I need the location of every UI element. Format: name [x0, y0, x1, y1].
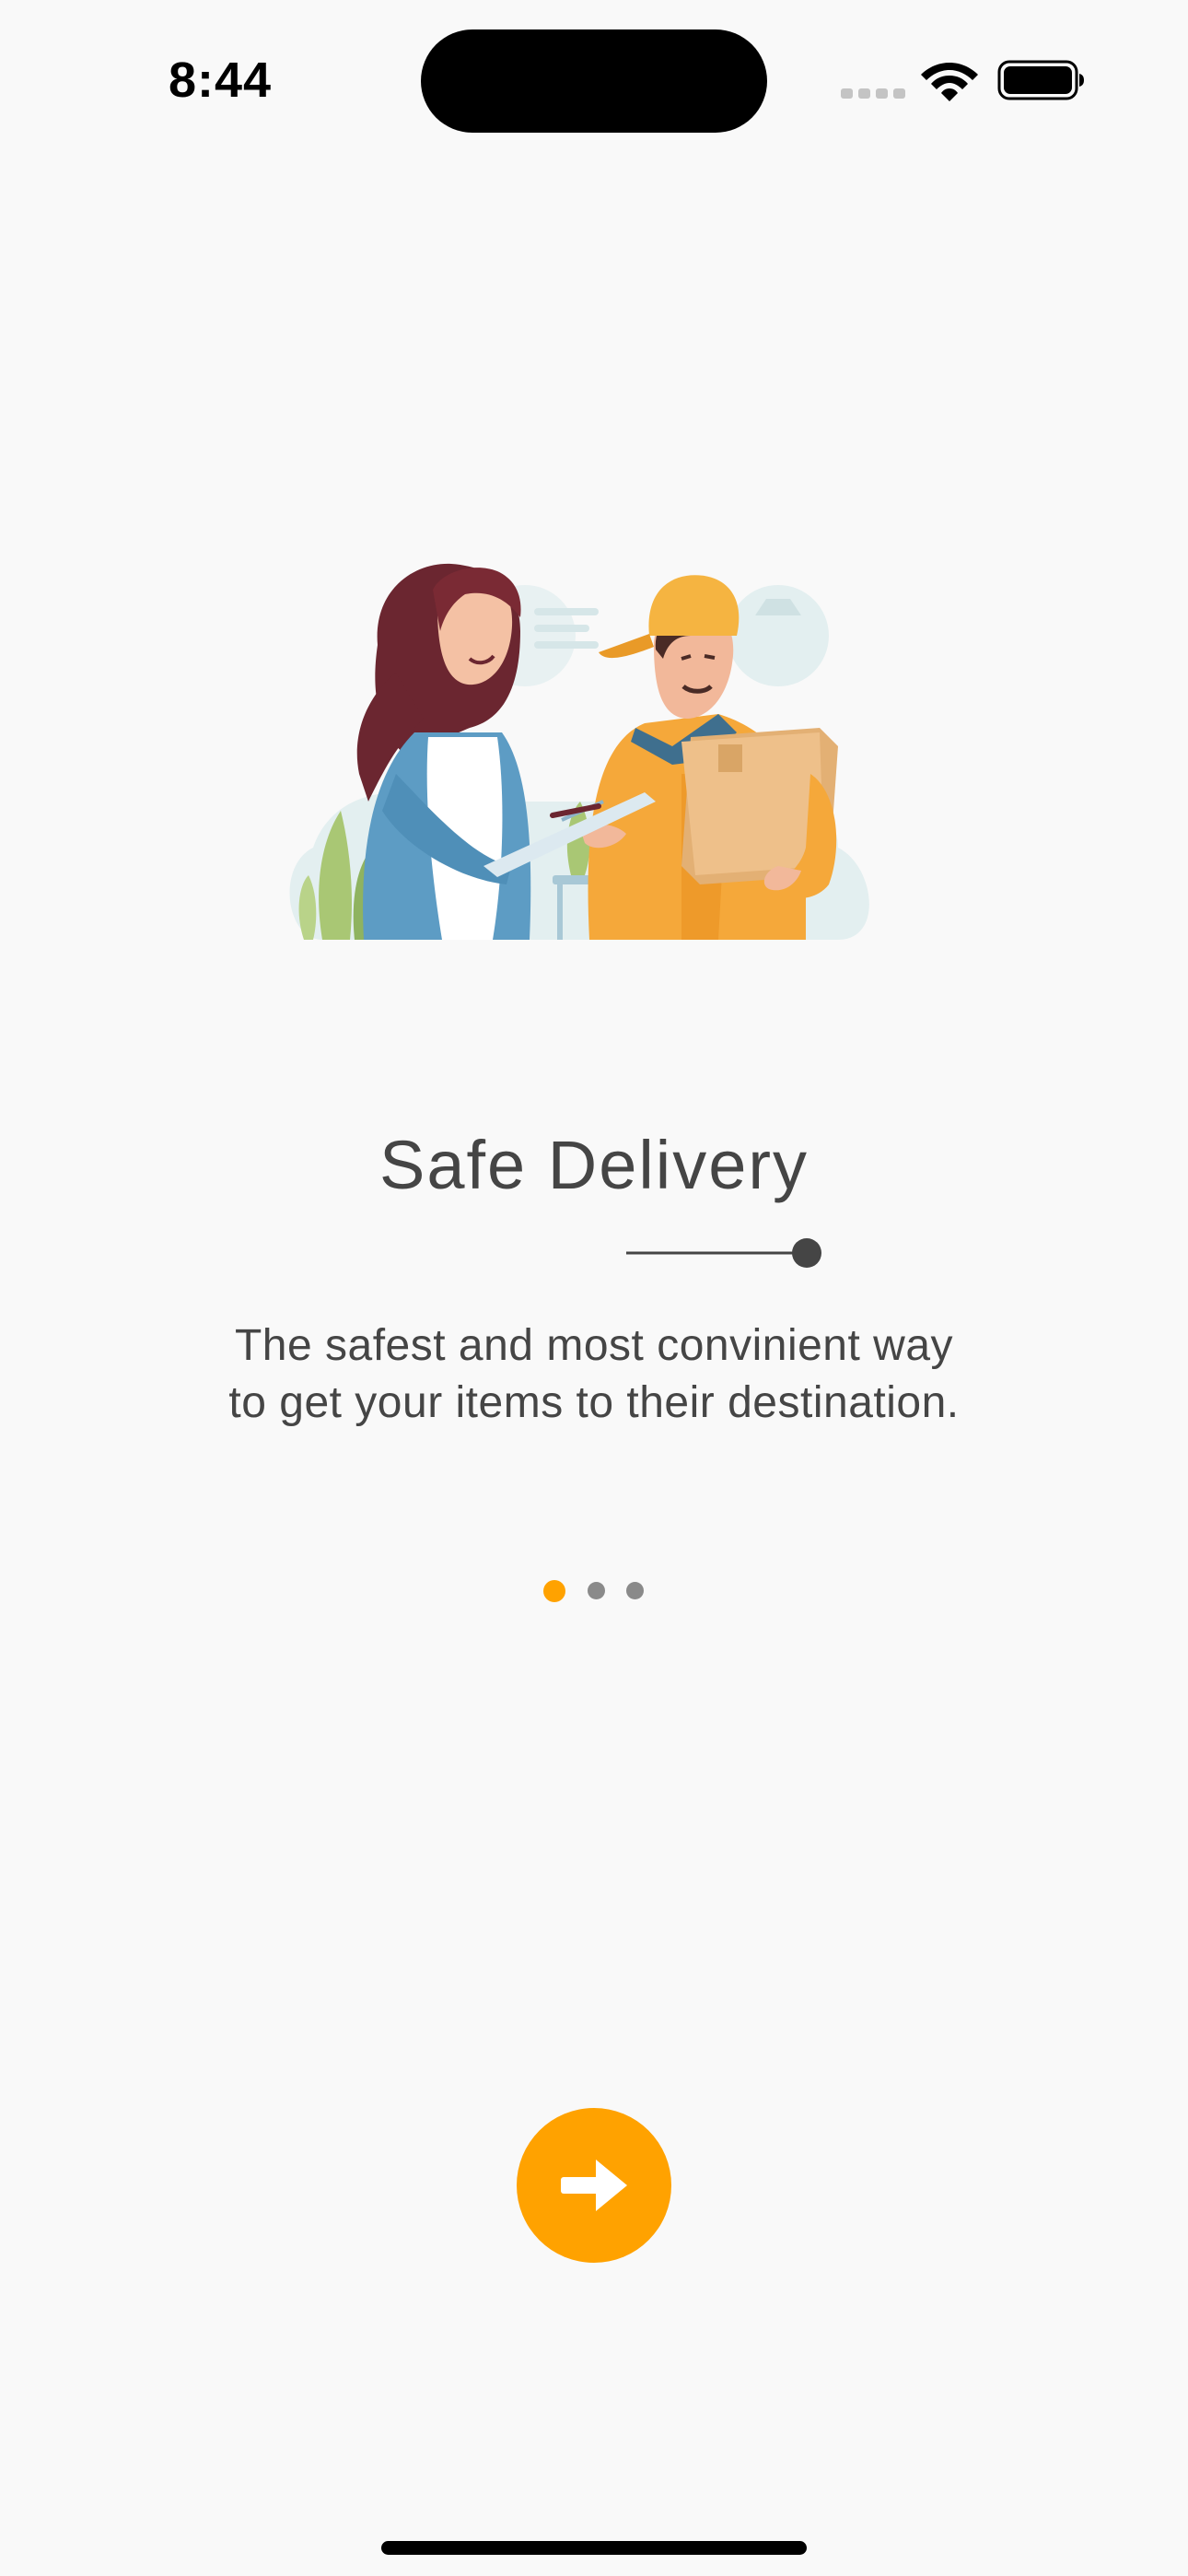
- next-button[interactable]: [517, 2108, 671, 2263]
- page-dot-active: [543, 1580, 565, 1602]
- arrow-right-icon: [561, 2160, 627, 2211]
- page-dot: [588, 1582, 605, 1599]
- battery-icon: [997, 60, 1084, 100]
- title-underline-decoration: [626, 1238, 821, 1268]
- delivery-courier-illustration: [289, 563, 869, 940]
- onboarding-description: The safest and most convinient way to ge…: [228, 1321, 960, 1427]
- page-indicator: [543, 1579, 648, 1603]
- page-dot: [626, 1582, 644, 1599]
- wifi-icon: [921, 63, 978, 101]
- signal-icon: [841, 88, 905, 99]
- status-time: 8:44: [169, 53, 273, 108]
- home-indicator[interactable]: [381, 2541, 807, 2555]
- dynamic-island: [421, 29, 767, 133]
- page-title: Safe Delivery: [379, 1127, 809, 1203]
